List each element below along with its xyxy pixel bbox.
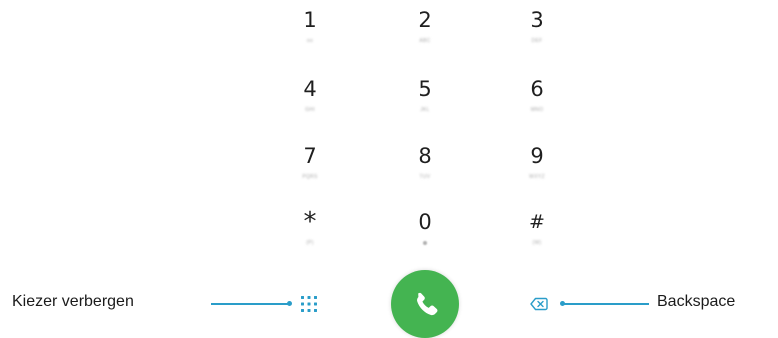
key-digit: 9 <box>530 144 544 168</box>
key-digit: * <box>303 207 317 237</box>
key-letters: DEF <box>531 38 543 44</box>
key-5[interactable]: 5 JKL <box>380 77 470 137</box>
plus-mark <box>423 241 427 245</box>
key-letters: TUV <box>419 174 431 180</box>
hide-keypad-callout-label: Kiezer verbergen <box>12 293 134 310</box>
key-digit: 1 <box>303 8 317 32</box>
key-2[interactable]: 2 ABC <box>380 8 470 68</box>
backspace-icon[interactable] <box>530 297 548 311</box>
key-letters: GHI <box>305 107 315 113</box>
key-4[interactable]: 4 GHI <box>265 77 355 137</box>
key-1[interactable]: 1 oo <box>265 8 355 68</box>
key-digit: 2 <box>418 8 432 32</box>
key-9[interactable]: 9 WXYZ <box>492 144 582 204</box>
call-button[interactable] <box>391 270 459 338</box>
key-letters: (W) <box>532 240 542 246</box>
key-star[interactable]: * (P) <box>265 207 355 270</box>
key-digit: 8 <box>418 144 432 168</box>
key-3[interactable]: 3 DEF <box>492 8 582 68</box>
backspace-leader-line <box>563 303 649 305</box>
key-digit: 3 <box>530 8 544 32</box>
key-digit: 7 <box>303 144 317 168</box>
key-letters: (P) <box>306 240 314 246</box>
hide-keypad-leader-line <box>211 303 289 305</box>
key-7[interactable]: 7 PQRS <box>265 144 355 204</box>
key-digit: # <box>529 211 545 233</box>
key-digit: 5 <box>418 77 432 101</box>
phone-handset-icon <box>417 292 438 316</box>
key-digit: 0 <box>418 210 432 234</box>
key-digit: 4 <box>303 77 317 101</box>
key-letters: ABC <box>419 38 431 44</box>
key-8[interactable]: 8 TUV <box>380 144 470 204</box>
key-letters: WXYZ <box>529 174 545 180</box>
key-letters: JKL <box>420 107 430 113</box>
key-digit: 6 <box>530 77 544 101</box>
backspace-callout-label: Backspace <box>657 293 736 310</box>
key-letters: oo <box>306 38 314 44</box>
hide-keypad-leader-end <box>287 301 292 306</box>
key-hash[interactable]: # (W) <box>492 210 582 270</box>
key-letters: PQRS <box>302 174 318 180</box>
key-letters: MNO <box>530 107 544 113</box>
key-6[interactable]: 6 MNO <box>492 77 582 137</box>
dialpad-grid-icon[interactable] <box>300 295 318 313</box>
key-0[interactable]: 0 <box>380 210 470 270</box>
